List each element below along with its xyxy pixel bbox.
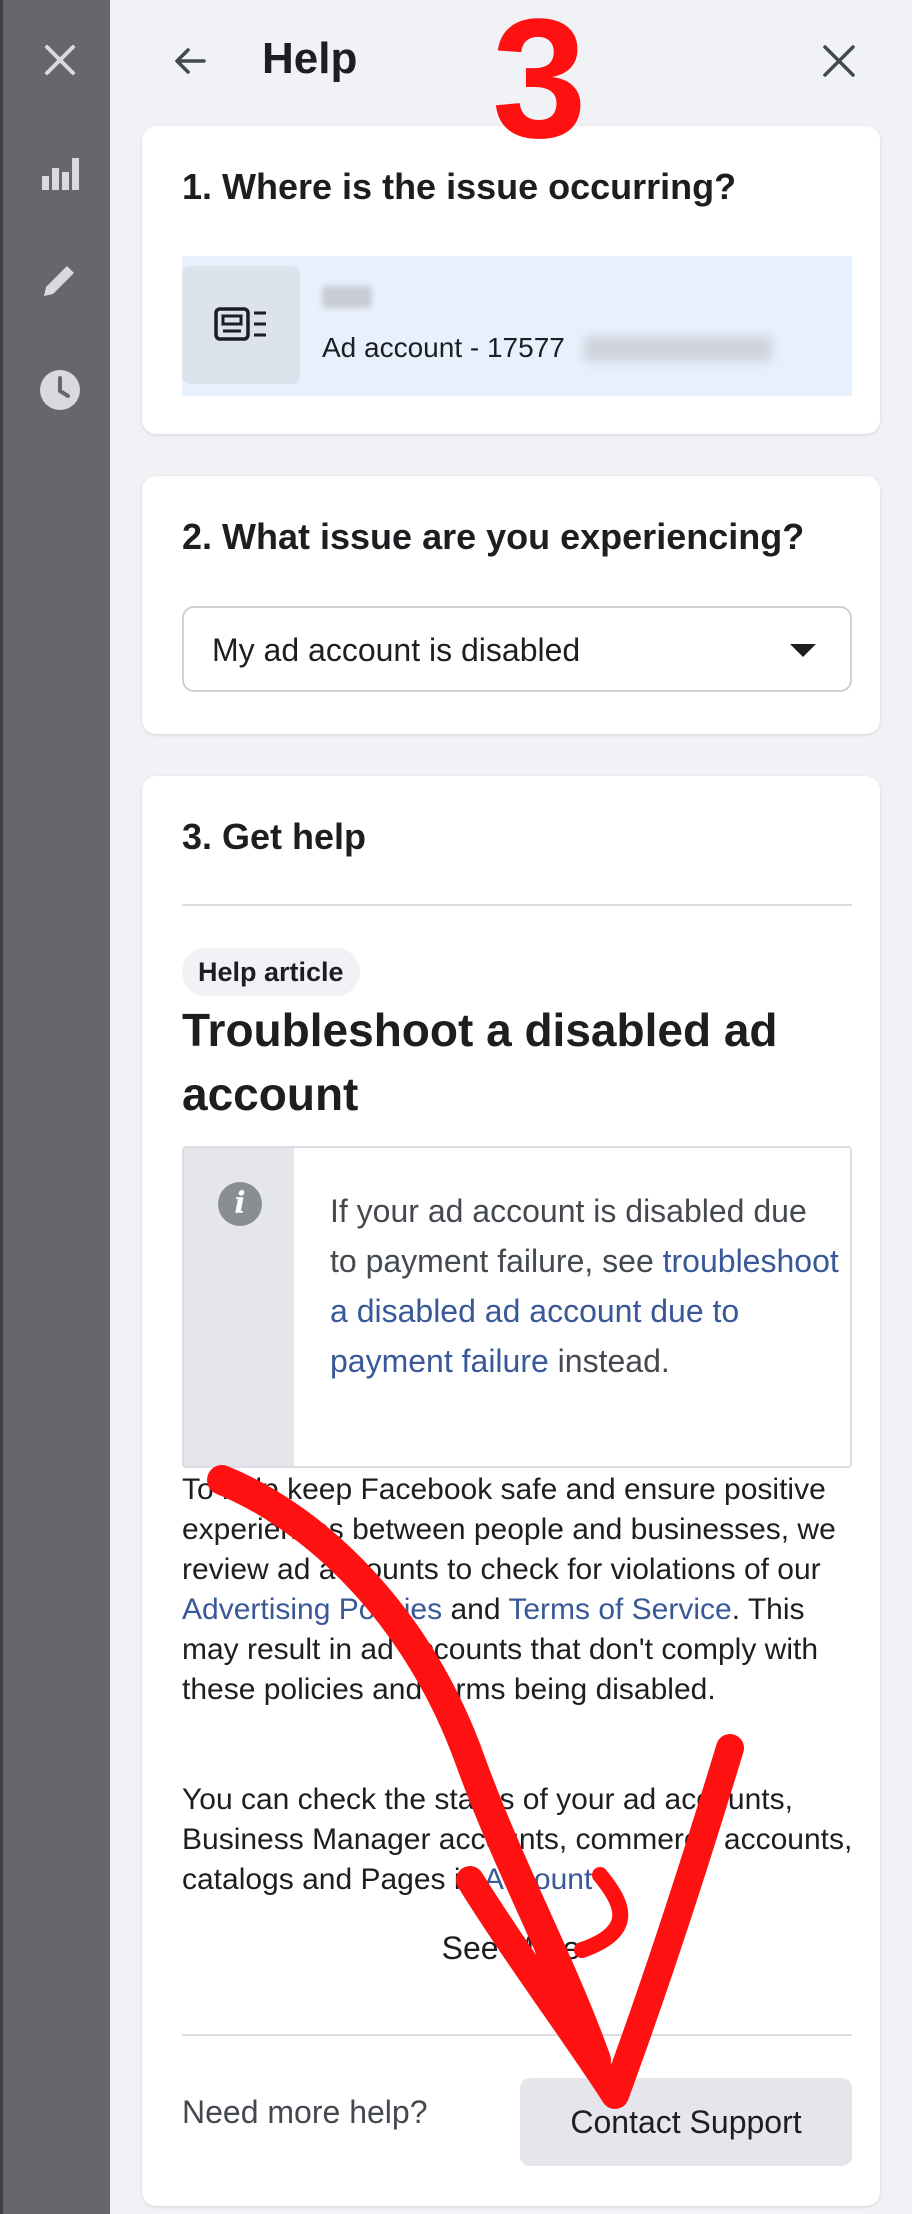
section-heading: 3. Get help xyxy=(182,816,367,857)
info-icon: i xyxy=(218,1182,262,1226)
info-note: i If your ad account is disabled due to … xyxy=(182,1146,852,1468)
page-title: Help xyxy=(262,34,358,83)
account-name-redacted xyxy=(322,286,372,308)
para-text: and xyxy=(442,1593,509,1626)
note-text-after: instead. xyxy=(548,1343,670,1379)
pencil-icon[interactable] xyxy=(38,258,82,302)
see-more-link[interactable]: See More xyxy=(142,1930,880,1967)
ad-account-option[interactable]: Ad account - 17577 xyxy=(182,256,852,396)
issue-type-card: 2. What issue are you experiencing? My a… xyxy=(142,476,880,734)
advertising-policies-link[interactable]: Advertising Policies xyxy=(182,1593,442,1626)
divider xyxy=(182,904,852,906)
divider xyxy=(182,2034,852,2036)
ad-account-icon xyxy=(182,266,300,384)
bar-chart-icon[interactable] xyxy=(38,150,82,194)
info-note-text: If your ad account is disabled due to pa… xyxy=(330,1186,840,1386)
chevron-down-icon xyxy=(790,644,816,657)
need-more-help-label: Need more help? xyxy=(182,2094,428,2130)
section-heading: 1. Where is the issue occurring? xyxy=(182,166,737,207)
step-number-annotation: 3 xyxy=(492,0,587,174)
article-paragraph: You can check the status of your ad acco… xyxy=(182,1780,862,1900)
account-id-redacted xyxy=(584,336,772,362)
get-help-card: 3. Get help Help article Troubleshoot a … xyxy=(142,776,880,2206)
side-rail xyxy=(0,0,113,2214)
account-id: Ad account - 17577 xyxy=(322,332,565,363)
info-note-sidebar: i xyxy=(184,1148,294,1466)
contact-support-button[interactable]: Contact Support xyxy=(520,2078,852,2166)
help-article-tag: Help article xyxy=(182,948,360,996)
article-paragraph: To help keep Facebook safe and ensure po… xyxy=(182,1470,862,1710)
section-heading: 2. What issue are you experiencing? xyxy=(182,516,805,557)
close-icon[interactable] xyxy=(38,38,82,82)
issue-dropdown[interactable]: My ad account is disabled xyxy=(182,606,852,692)
clock-icon[interactable] xyxy=(38,368,82,412)
para-text: To help keep Facebook safe and ensure po… xyxy=(182,1473,836,1586)
issue-dropdown-value: My ad account is disabled xyxy=(212,632,581,668)
help-panel: Help 1. Where is the issue occurring? Ad… xyxy=(110,0,912,2214)
close-icon[interactable] xyxy=(816,38,862,84)
back-arrow-icon[interactable] xyxy=(168,38,214,84)
account-link[interactable]: Account xyxy=(484,1863,592,1896)
article-title: Troubleshoot a disabled ad account xyxy=(182,1004,778,1120)
terms-of-service-link[interactable]: Terms of Service xyxy=(508,1593,731,1626)
